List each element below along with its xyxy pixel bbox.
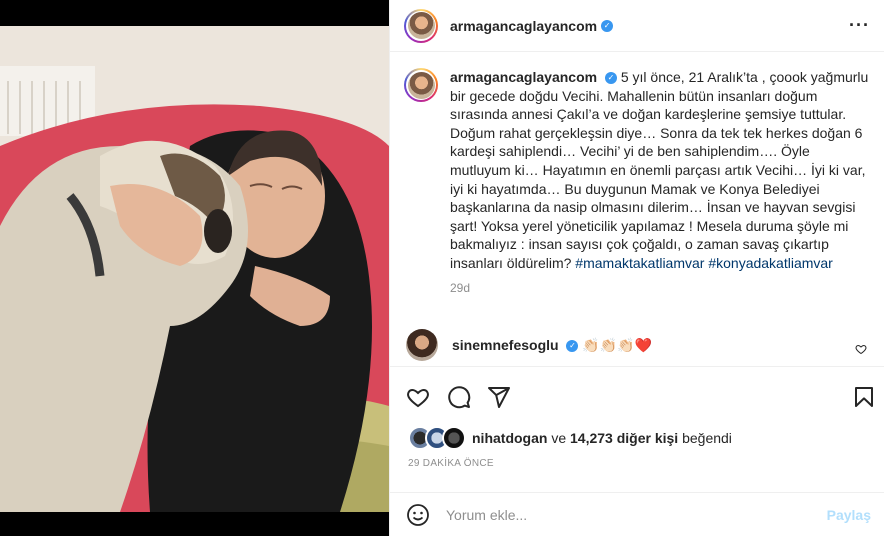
comment-like-heart-icon[interactable] [855, 343, 867, 355]
comment-body: sinemnefesoglu ✓ 👏🏻👏🏻👏🏻❤️ [452, 337, 652, 354]
commenter-avatar[interactable] [406, 329, 438, 362]
verified-badge-icon: ✓ [604, 72, 617, 85]
post-photo[interactable] [0, 26, 389, 512]
caption: armagancaglayancom ✓ 5 yıl önce, 21 Aral… [404, 68, 869, 297]
liker-username[interactable]: nihatdogan [472, 430, 547, 446]
share-icon[interactable] [487, 385, 511, 409]
more-options-icon[interactable]: ··· [849, 15, 870, 36]
likes-summary: nihatdogan ve 14,273 diğer kişi beğendi [408, 426, 732, 450]
action-bar [390, 366, 884, 426]
comment-input[interactable] [444, 505, 808, 524]
likes-suffix: beğendi [678, 430, 732, 446]
caption-body: armagancaglayancom ✓ 5 yıl önce, 21 Aral… [450, 68, 869, 297]
caption-username[interactable]: armagancaglayancom [450, 69, 597, 85]
heart-icon[interactable] [406, 385, 430, 409]
likes-count[interactable]: 14,273 diğer kişi [570, 430, 678, 446]
caption-text: 5 yıl önce, 21 Aralık’ta , çoook yağmurl… [450, 69, 869, 271]
emoji-icon[interactable] [406, 503, 430, 527]
photo-illustration [0, 26, 389, 512]
caption-author-avatar[interactable] [404, 68, 438, 102]
post-details-panel: armagancaglayancom ✓ ··· armagancaglayan… [389, 0, 884, 536]
bookmark-icon[interactable] [852, 385, 876, 409]
commenter-username[interactable]: sinemnefesoglu [452, 337, 559, 353]
likes-text: nihatdogan ve 14,273 diğer kişi beğendi [472, 430, 732, 446]
add-comment-bar: Paylaş [390, 492, 884, 536]
caption-age: 29d [450, 280, 471, 295]
post-timestamp[interactable]: 29 DAKİKA ÖNCE [408, 458, 494, 469]
comment-icon[interactable] [447, 385, 471, 409]
verified-badge-icon: ✓ [566, 340, 579, 353]
liker-avatar[interactable] [442, 426, 466, 450]
verified-badge-icon: ✓ [601, 19, 614, 32]
post-comment-button[interactable]: Paylaş [827, 507, 871, 523]
post-media-area [0, 0, 389, 536]
author-avatar[interactable] [404, 8, 438, 43]
comment-text: 👏🏻👏🏻👏🏻❤️ [582, 337, 653, 354]
likes-connector: ve [547, 430, 571, 446]
caption-hashtags[interactable]: #mamaktakatliamvar #konyadakatliamvar [575, 255, 833, 271]
author-username[interactable]: armagancaglayancom [450, 18, 597, 34]
comments-section: armagancaglayancom ✓ 5 yıl önce, 21 Aral… [390, 52, 884, 366]
comment-item: sinemnefesoglu ✓ 👏🏻👏🏻👏🏻❤️ [404, 329, 869, 362]
post-header: armagancaglayancom ✓ ··· [390, 0, 884, 52]
